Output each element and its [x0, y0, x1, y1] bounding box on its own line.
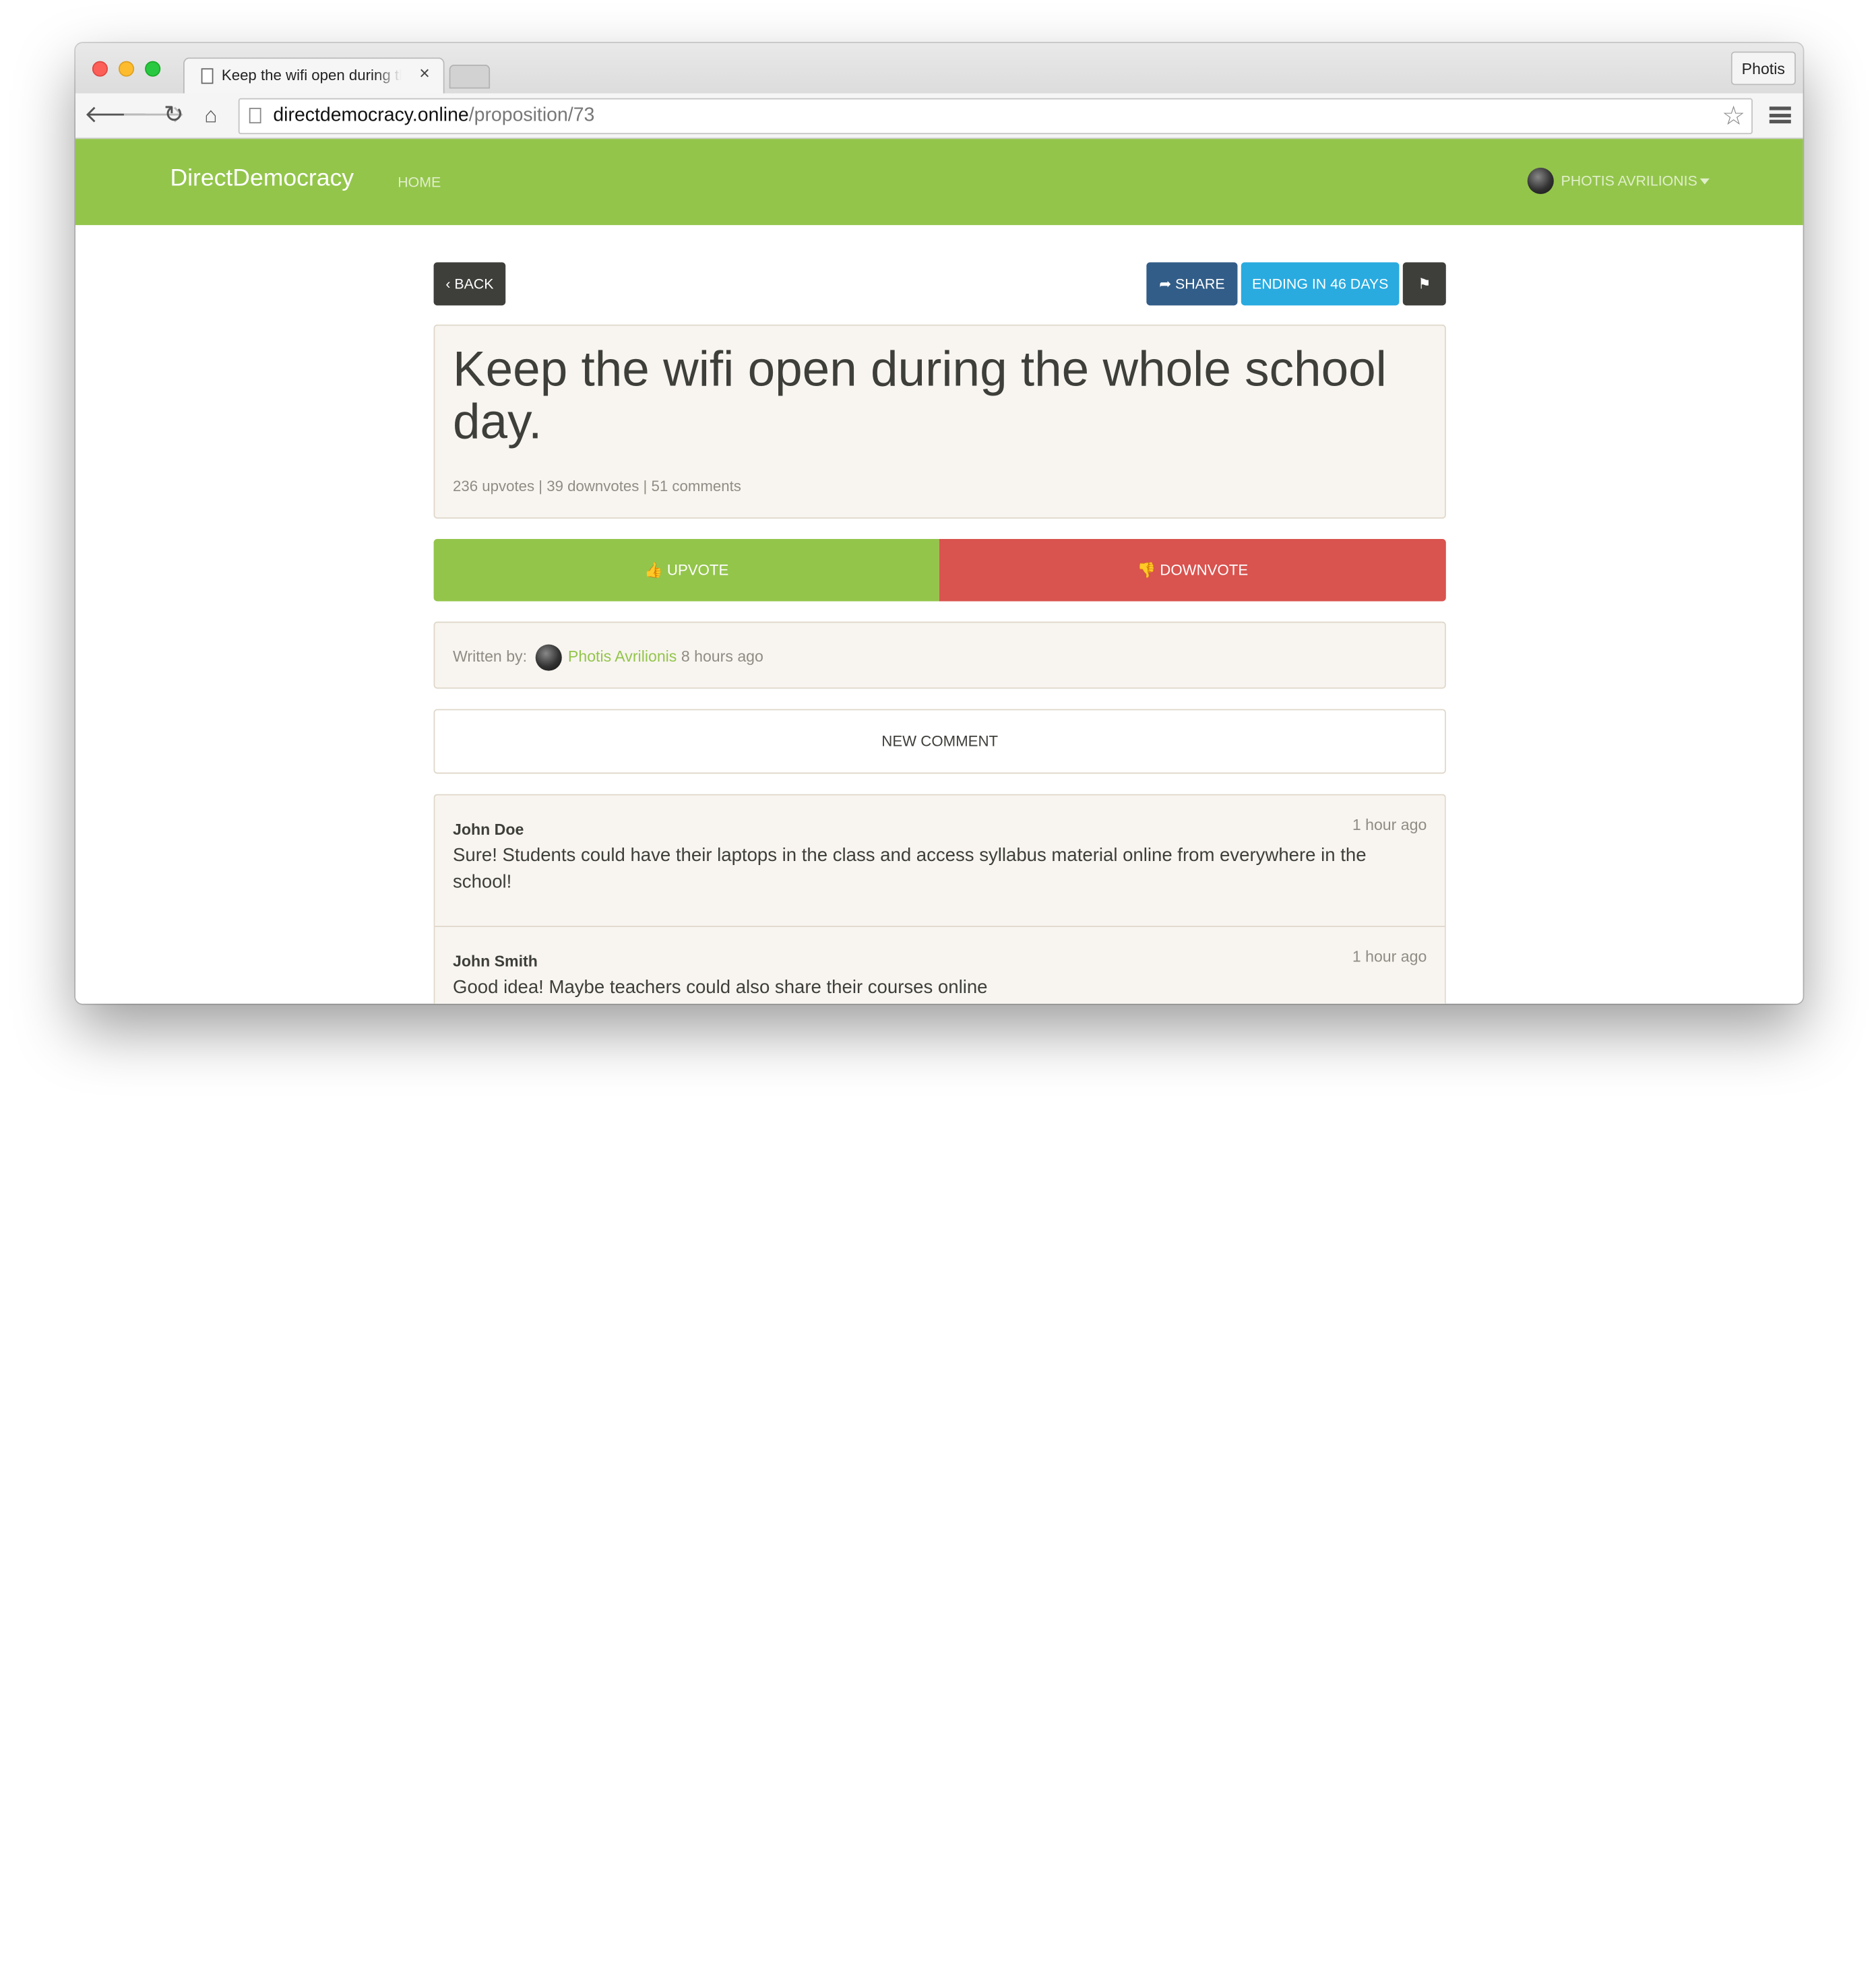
comment-time: 1 hour ago [1352, 947, 1427, 965]
browser-window: Keep the wifi open during the whole scho… [75, 43, 1803, 1004]
minimize-window-button[interactable] [119, 61, 135, 77]
proposition-stats: 236 upvotes | 39 downvotes | 51 comments [453, 478, 741, 495]
comment-author: John Smith [453, 952, 538, 971]
browser-tab[interactable]: Keep the wifi open during the whole scho… [183, 57, 445, 94]
ending-badge-button[interactable]: ENDING IN 46 DAYS [1241, 262, 1400, 306]
comment-item: John Smith 1 hour ago Good idea! Maybe t… [435, 926, 1445, 1004]
upvote-button[interactable]: 👍 UPVOTE [433, 539, 939, 602]
browser-toolbar: 🡐 🡒 ↻ ⌂ directdemocracy.online/propositi… [75, 93, 1803, 139]
comment-time: 1 hour ago [1352, 815, 1427, 834]
author-line: Written by: Photis Avrilionis 8 hours ag… [453, 644, 763, 671]
comments-list: John Doe 1 hour ago Sure! Students could… [433, 794, 1446, 1004]
tab-title: Keep the wifi open during the whole scho… [221, 67, 402, 84]
downvote-button[interactable]: 👎 DOWNVOTE [939, 539, 1446, 602]
back-button[interactable]: ‹ BACK [433, 262, 506, 306]
zoom-window-button[interactable] [145, 61, 161, 77]
brand-logo[interactable]: DirectDemocracy [170, 165, 354, 193]
vote-bar: 👍 UPVOTE 👎 DOWNVOTE [433, 539, 1446, 602]
author-avatar [534, 644, 561, 671]
user-avatar [1527, 167, 1554, 195]
nav-link-home[interactable]: HOME [398, 174, 441, 191]
page-content: ‹ BACK ➦ SHARE ENDING IN 46 DAYS ⚑ Keep … [75, 225, 1803, 1004]
document-icon [201, 68, 214, 84]
comment-item: John Doe 1 hour ago Sure! Students could… [435, 795, 1445, 926]
url-path: /proposition/73 [468, 105, 595, 126]
downvote-label: 👎 DOWNVOTE [1137, 561, 1249, 579]
reload-icon[interactable]: ↻ [158, 100, 189, 129]
url-host: directdemocracy.online [273, 105, 469, 126]
user-menu[interactable]: PHOTIS AVRILIONIS [1527, 167, 1710, 197]
caret-down-icon [1699, 178, 1710, 184]
author-time: 8 hours ago [681, 647, 763, 666]
written-by-label: Written by: [453, 647, 528, 666]
comment-text: Good idea! Maybe teachers could also sha… [453, 977, 988, 998]
hamburger-menu-icon[interactable] [1769, 106, 1791, 124]
proposition-title: Keep the wifi open during the whole scho… [453, 341, 1387, 449]
tab-strip: Keep the wifi open during the whole scho… [75, 43, 1803, 94]
home-icon[interactable]: ⌂ [195, 100, 226, 129]
author-name-link[interactable]: Photis Avrilionis [568, 647, 677, 666]
new-tab-button[interactable] [449, 65, 491, 89]
new-comment-button[interactable]: NEW COMMENT [433, 709, 1446, 774]
tab-close-icon[interactable]: × [419, 63, 430, 84]
author-panel: Written by: Photis Avrilionis 8 hours ag… [433, 621, 1446, 689]
profile-button[interactable]: Photis [1730, 51, 1796, 86]
address-bar[interactable]: directdemocracy.online/proposition/73 ☆ [238, 98, 1753, 135]
page-icon [249, 108, 261, 124]
bookmark-star-icon[interactable]: ☆ [1722, 100, 1745, 131]
comment-author: John Doe [453, 820, 524, 839]
close-window-button[interactable] [92, 61, 108, 77]
back-arrow-icon[interactable]: 🡐 [84, 100, 148, 129]
share-button[interactable]: ➦ SHARE [1146, 262, 1238, 306]
url-text: directdemocracy.online/proposition/73 [273, 105, 594, 127]
user-name: PHOTIS AVRILIONIS [1561, 172, 1697, 189]
site-navbar: DirectDemocracy HOME PHOTIS AVRILIONIS [75, 139, 1803, 226]
proposition-panel: Keep the wifi open during the whole scho… [433, 324, 1446, 519]
comment-text: Sure! Students could have their laptops … [453, 846, 1367, 893]
flag-button[interactable]: ⚑ [1402, 262, 1446, 306]
upvote-label: 👍 UPVOTE [644, 561, 729, 579]
forward-arrow-icon[interactable]: 🡒 [121, 100, 185, 129]
